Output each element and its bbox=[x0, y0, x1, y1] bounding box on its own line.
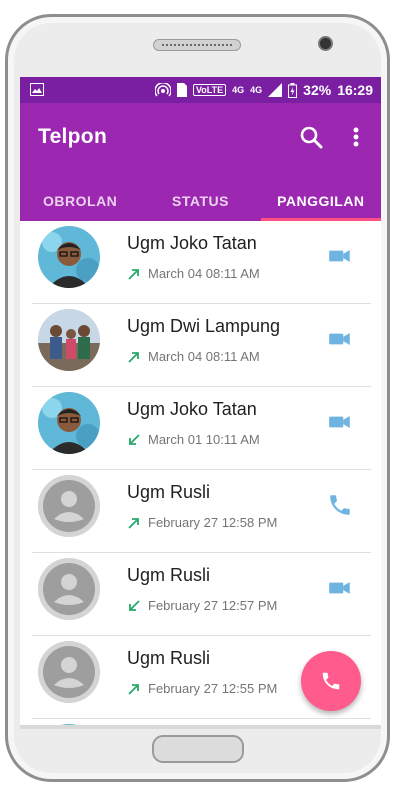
incoming-call-arrow-icon bbox=[127, 433, 141, 447]
video-call-icon[interactable] bbox=[327, 409, 353, 435]
tab-panggilan[interactable]: PANGGILAN bbox=[260, 183, 381, 221]
network-label: 4G bbox=[250, 85, 263, 95]
call-log-row[interactable]: Ugm Joko Tatan March 01 10:11 AM bbox=[20, 387, 381, 470]
new-call-button[interactable] bbox=[301, 651, 361, 711]
call-time: March 04 08:11 AM bbox=[148, 266, 260, 281]
video-call-icon[interactable] bbox=[327, 326, 353, 352]
call-meta: February 27 12:58 PM bbox=[127, 515, 277, 530]
contact-name: Ugm Rusli bbox=[127, 482, 211, 502]
avatar[interactable] bbox=[38, 226, 100, 288]
call-time: February 27 12:57 PM bbox=[148, 598, 278, 613]
volte-badge: VoLTE bbox=[192, 84, 227, 96]
avatar[interactable] bbox=[38, 558, 100, 620]
voice-call-icon[interactable] bbox=[327, 492, 353, 518]
phone-icon bbox=[322, 672, 340, 690]
call-meta: February 27 12:55 PM bbox=[127, 681, 277, 696]
battery-percent: 32% bbox=[303, 82, 332, 98]
tab-bar: OBROLAN STATUS PANGGILAN bbox=[20, 183, 381, 221]
call-time: March 01 10:11 AM bbox=[148, 432, 260, 447]
call-time: February 27 12:55 PM bbox=[148, 681, 278, 696]
tab-status[interactable]: STATUS bbox=[140, 183, 260, 221]
phone-camera bbox=[318, 36, 333, 51]
call-meta: March 04 08:11 AM bbox=[127, 349, 260, 364]
gallery-notification-icon bbox=[30, 83, 44, 99]
data-type-label: 4G bbox=[232, 85, 245, 95]
avatar[interactable] bbox=[38, 309, 100, 371]
hotspot-icon bbox=[154, 83, 171, 97]
contact-name: Ugm Joko Tatan bbox=[127, 233, 257, 253]
phone-speaker bbox=[153, 39, 241, 51]
call-log-row[interactable]: Ugm Rusli February 27 12:57 PM bbox=[20, 553, 381, 636]
avatar[interactable] bbox=[38, 392, 100, 454]
call-meta: February 27 12:57 PM bbox=[127, 598, 277, 613]
avatar[interactable] bbox=[38, 641, 100, 703]
call-meta: March 04 08:11 AM bbox=[127, 266, 260, 281]
contact-name: Ugm Dwi Lampung bbox=[127, 316, 281, 336]
call-log-row[interactable]: Ugm Dwi Lampung March 04 08:11 AM bbox=[20, 304, 381, 387]
battery-icon bbox=[288, 82, 298, 98]
sim-icon bbox=[176, 83, 187, 97]
avatar[interactable] bbox=[38, 475, 100, 537]
status-bar: VoLTE 4G 4G 32% 16:29 bbox=[20, 77, 381, 103]
home-button[interactable] bbox=[152, 735, 244, 763]
signal-icon bbox=[268, 83, 283, 97]
search-icon[interactable] bbox=[297, 123, 325, 151]
more-vert-icon[interactable] bbox=[347, 123, 365, 151]
tab-obrolan[interactable]: OBROLAN bbox=[20, 183, 140, 221]
screen: VoLTE 4G 4G 32% 16:29 Telpon OBROLAN STA… bbox=[20, 77, 381, 725]
outgoing-call-arrow-icon bbox=[127, 682, 141, 696]
incoming-call-arrow-icon bbox=[127, 599, 141, 613]
call-time: February 27 12:58 PM bbox=[148, 515, 278, 530]
outgoing-call-arrow-icon bbox=[127, 350, 141, 364]
app-bar: Telpon OBROLAN STATUS PANGGILAN bbox=[20, 103, 381, 221]
app-title: Telpon bbox=[38, 125, 108, 148]
contact-name: Ugm Rusli bbox=[127, 648, 211, 668]
contact-name: Ugm Rusli bbox=[127, 565, 211, 585]
clock: 16:29 bbox=[337, 82, 373, 98]
call-list: Ugm Joko Tatan March 04 08:11 AM Ugm Dwi L… bbox=[20, 221, 381, 725]
status-icons: VoLTE 4G 4G 32% 16:29 bbox=[154, 82, 373, 98]
video-call-icon[interactable] bbox=[327, 243, 353, 269]
outgoing-call-arrow-icon bbox=[127, 516, 141, 530]
call-time: March 04 08:11 AM bbox=[148, 349, 260, 364]
call-meta: March 01 10:11 AM bbox=[127, 432, 260, 447]
video-call-icon[interactable] bbox=[327, 575, 353, 601]
screen-bottom-bezel bbox=[20, 725, 381, 729]
call-log-row[interactable]: Ugm Joko Tatan March 04 08:11 AM bbox=[20, 221, 381, 304]
call-log-row[interactable]: Ugm Rusli February 27 12:58 PM bbox=[20, 470, 381, 553]
contact-name: Ugm Joko Tatan bbox=[127, 399, 257, 419]
outgoing-call-arrow-icon bbox=[127, 267, 141, 281]
